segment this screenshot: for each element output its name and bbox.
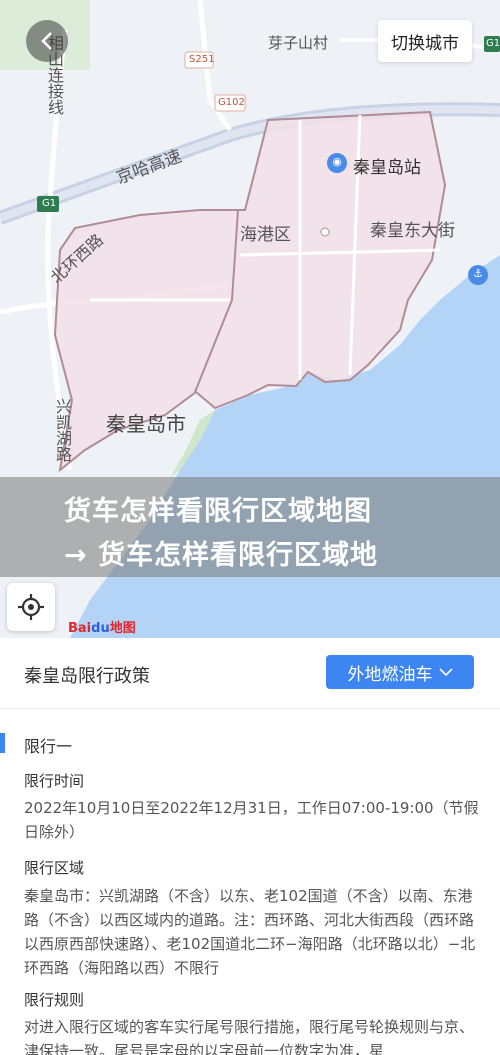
locate-button[interactable] xyxy=(7,583,55,631)
rule-label: 限行规则 xyxy=(24,991,85,1009)
crosshair-icon xyxy=(18,594,44,620)
map-label-yashan: 芽子山村 xyxy=(268,34,329,52)
area-label: 限行区域 xyxy=(24,859,85,877)
baidu-map-logo: Baidu地图 xyxy=(68,621,136,636)
road-shield-g102: G102 xyxy=(218,97,245,108)
map-label-qinhuangdao-city: 秦皇岛市 xyxy=(106,412,186,436)
anchor-icon: ⚓ xyxy=(473,267,483,280)
back-button[interactable] xyxy=(26,20,68,62)
vehicle-type-label: 外地燃油车 xyxy=(347,664,433,685)
vehicle-type-dropdown[interactable]: 外地燃油车 xyxy=(326,655,474,689)
map-label-qinhuangdao-station: 秦皇岛站 xyxy=(353,158,421,178)
time-text: 2022年10月10日至2022年12月31日，工作日07:00-19:00（节… xyxy=(24,799,479,841)
rule-text: 对进入限行区域的客车实行尾号限行措施，限行尾号轮换规则与京、津保持一致。尾号是字… xyxy=(24,1018,475,1055)
title-banner: 货车怎样看限行区域地图 → 货车怎样看限行区域地 xyxy=(0,477,500,577)
policy-title: 秦皇岛限行政策 xyxy=(24,666,150,687)
section-title: 限行一 xyxy=(24,737,73,756)
banner-line-2: → 货车怎样看限行区域地 xyxy=(64,540,379,571)
time-label: 限行时间 xyxy=(24,772,85,790)
area-text: 秦皇岛市：兴凯湖路（不含）以东、老102国道（不含）以南、东港路（不含）以西区域… xyxy=(24,887,476,977)
road-shield-g1: G1 xyxy=(42,198,57,209)
chevron-down-icon xyxy=(438,668,453,677)
train-station-icon: ◉ xyxy=(332,155,342,168)
map-label-xinkai: 兴凯湖路 xyxy=(53,398,72,462)
road-shield-s251: S251 xyxy=(189,54,215,65)
switch-city-button[interactable]: 切换城市 xyxy=(378,20,472,62)
policy-header: 秦皇岛限行政策 外地燃油车 xyxy=(0,638,500,709)
map-label-qinhuang-east: 秦皇东大街 xyxy=(370,221,455,241)
road-shield-g1-right: G1 xyxy=(486,38,500,49)
section-accent-bar xyxy=(0,733,5,753)
banner-line-1: 货车怎样看限行区域地图 xyxy=(64,496,372,527)
map-label-haigang: 海港区 xyxy=(240,225,291,245)
chevron-left-icon xyxy=(41,32,52,50)
